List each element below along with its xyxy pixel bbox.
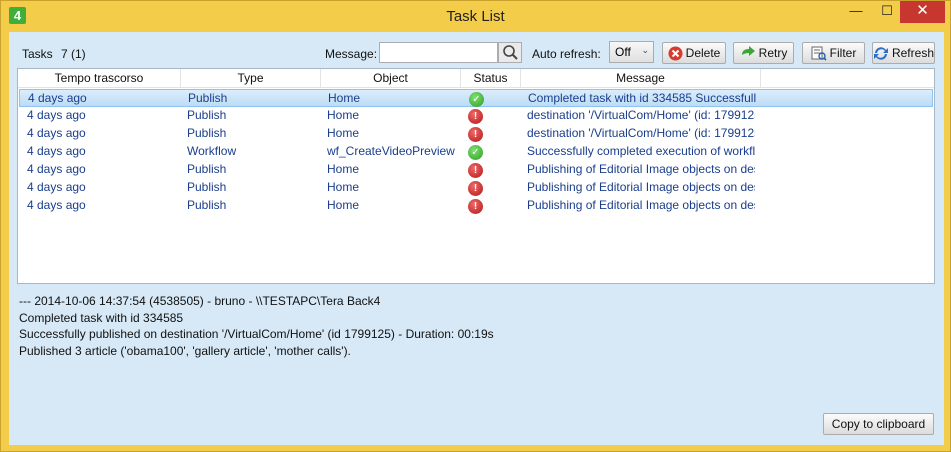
chevron-down-icon: ⌄ <box>641 45 649 55</box>
cell-message: Completed task with id 334585 Successful… <box>528 91 756 105</box>
error-icon: ! <box>468 181 483 196</box>
table-row[interactable]: 4 days ago Publish Home Publishing of Edito… <box>19 197 933 215</box>
table-row[interactable]: 4 days ago Publish Home Completed task with… <box>19 89 933 107</box>
cell-object: Home <box>327 108 360 122</box>
cell-type: Workflow <box>187 144 237 158</box>
grid-header: Tempo trascorso Type Object Status Messa… <box>18 69 934 88</box>
window-title: Task List <box>446 8 505 25</box>
cell-type: Publish <box>187 126 227 140</box>
cell-status: ✓ <box>468 144 484 162</box>
details-line: --- 2014-10-06 14:37:54 (4538505) - brun… <box>19 294 381 308</box>
minimize-button[interactable]: — <box>842 1 870 23</box>
details-line: Successfully published on destination '/… <box>19 327 494 341</box>
filter-button[interactable]: Filter <box>802 42 865 64</box>
error-icon: ! <box>468 163 483 178</box>
column-header-object[interactable]: Object <box>321 69 461 88</box>
column-header-time[interactable]: Tempo trascorso <box>18 69 181 88</box>
cell-time: 4 days ago <box>27 198 86 212</box>
cell-message: destination '/VirtualCom/Home' (id: 1799… <box>527 126 755 140</box>
task-list-window: 4 Task List — ☐ ✕ Tasks 7 (1) Message: A… <box>0 0 951 452</box>
cell-status: ! <box>468 162 484 180</box>
success-icon: ✓ <box>469 92 484 107</box>
cell-object: Home <box>327 180 360 194</box>
error-icon: ! <box>468 127 483 142</box>
refresh-button[interactable]: Refresh <box>872 42 935 64</box>
table-row[interactable]: 4 days ago Publish Home destination '/Virtu… <box>19 107 933 125</box>
cell-time: 4 days ago <box>27 108 86 122</box>
cell-type: Publish <box>187 108 227 122</box>
tasks-count: 7 (1) <box>61 47 86 61</box>
retry-button[interactable]: Retry <box>733 42 794 64</box>
cell-status: ! <box>468 180 484 198</box>
auto-refresh-label: Auto refresh: <box>532 47 601 61</box>
message-label: Message: <box>325 47 378 61</box>
cell-type: Publish <box>187 180 227 194</box>
cell-time: 4 days ago <box>27 144 86 158</box>
retry-label: Retry <box>758 46 788 60</box>
refresh-icon <box>873 46 888 60</box>
tasks-label: Tasks <box>22 47 53 61</box>
table-row[interactable]: 4 days ago Workflow wf_CreateVideoPreview S… <box>19 143 933 161</box>
cell-message: Publishing of Editorial Image objects on… <box>527 198 755 212</box>
close-button[interactable]: ✕ <box>900 1 945 23</box>
filter-icon <box>811 46 827 61</box>
cell-object: Home <box>327 198 360 212</box>
copy-to-clipboard-button[interactable]: Copy to clipboard <box>823 413 934 435</box>
error-icon: ! <box>468 199 483 214</box>
cell-message: destination '/VirtualCom/Home' (id: 1799… <box>527 108 755 122</box>
task-grid[interactable]: Tempo trascorso Type Object Status Messa… <box>17 68 935 284</box>
cell-message: Publishing of Editorial Image objects on… <box>527 180 755 194</box>
client-area: Tasks 7 (1) Message: Auto refresh: Off ⌄ <box>9 32 944 445</box>
cell-type: Publish <box>188 91 228 105</box>
cell-status: ! <box>468 126 484 144</box>
cell-status: ! <box>468 198 484 216</box>
details-line: Completed task with id 334585 <box>19 310 184 325</box>
delete-icon <box>668 46 683 60</box>
refresh-label: Refresh <box>891 46 934 60</box>
error-icon: ! <box>468 109 483 124</box>
search-button[interactable] <box>498 42 522 63</box>
cell-status: ! <box>468 108 484 126</box>
search-icon <box>503 45 518 60</box>
cell-time: 4 days ago <box>27 126 86 140</box>
cell-time: 4 days ago <box>27 180 86 194</box>
details-line: Published 3 article ('obama100', 'galler… <box>19 343 351 358</box>
cell-object: wf_CreateVideoPreview <box>327 144 455 158</box>
maximize-button[interactable]: ☐ <box>873 1 901 23</box>
table-row[interactable]: 4 days ago Publish Home destination '/Virtu… <box>19 125 933 143</box>
cell-object: Home <box>327 126 360 140</box>
cell-object: Home <box>328 91 361 105</box>
cell-time: 4 days ago <box>28 91 87 105</box>
cell-object: Home <box>327 162 360 176</box>
column-header-status[interactable]: Status <box>461 69 521 88</box>
column-header-type[interactable]: Type <box>181 69 321 88</box>
cell-time: 4 days ago <box>27 162 86 176</box>
table-row[interactable]: 4 days ago Publish Home Publishing of Edito… <box>19 161 933 179</box>
cell-message: Publishing of Editorial Image objects on… <box>527 162 755 176</box>
auto-refresh-select[interactable]: Off ⌄ <box>609 41 654 63</box>
table-row[interactable]: 4 days ago Publish Home Publishing of Edito… <box>19 179 933 197</box>
filter-label: Filter <box>829 46 857 60</box>
delete-button[interactable]: Delete <box>662 42 726 64</box>
task-details: --- 2014-10-06 14:37:54 (4538505) - brun… <box>19 293 919 359</box>
toolbar: Tasks 7 (1) Message: Auto refresh: Off ⌄ <box>9 32 944 68</box>
delete-label: Delete <box>685 46 721 60</box>
auto-refresh-value: Off <box>615 45 631 59</box>
cell-type: Publish <box>187 162 227 176</box>
retry-icon <box>741 46 755 56</box>
cell-message: Successfully completed execution of work… <box>527 144 755 158</box>
success-icon: ✓ <box>468 145 483 160</box>
column-header-message[interactable]: Message <box>521 69 761 88</box>
cell-type: Publish <box>187 198 227 212</box>
title-bar[interactable]: 4 Task List — ☐ ✕ <box>1 1 950 31</box>
message-search-input[interactable] <box>379 42 498 63</box>
